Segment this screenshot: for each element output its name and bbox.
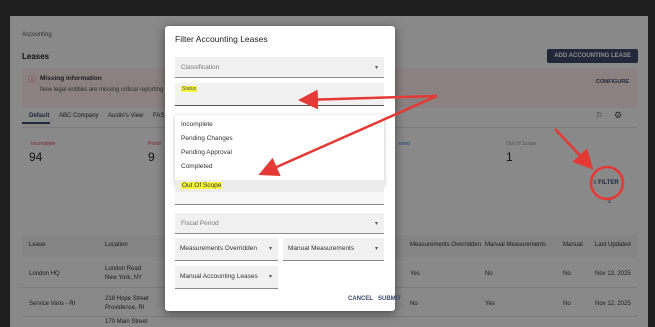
annotation-arrow-filter [554,128,594,170]
annotation-arrow-out-of-scope [258,94,438,177]
app-window: Accounting Leases ADD ACCOUNTING LEASE ⓘ… [10,16,648,327]
annotation-overlay [258,89,625,201]
annotation-circle-filter [589,165,625,201]
annotation-arrow-status [298,89,438,110]
